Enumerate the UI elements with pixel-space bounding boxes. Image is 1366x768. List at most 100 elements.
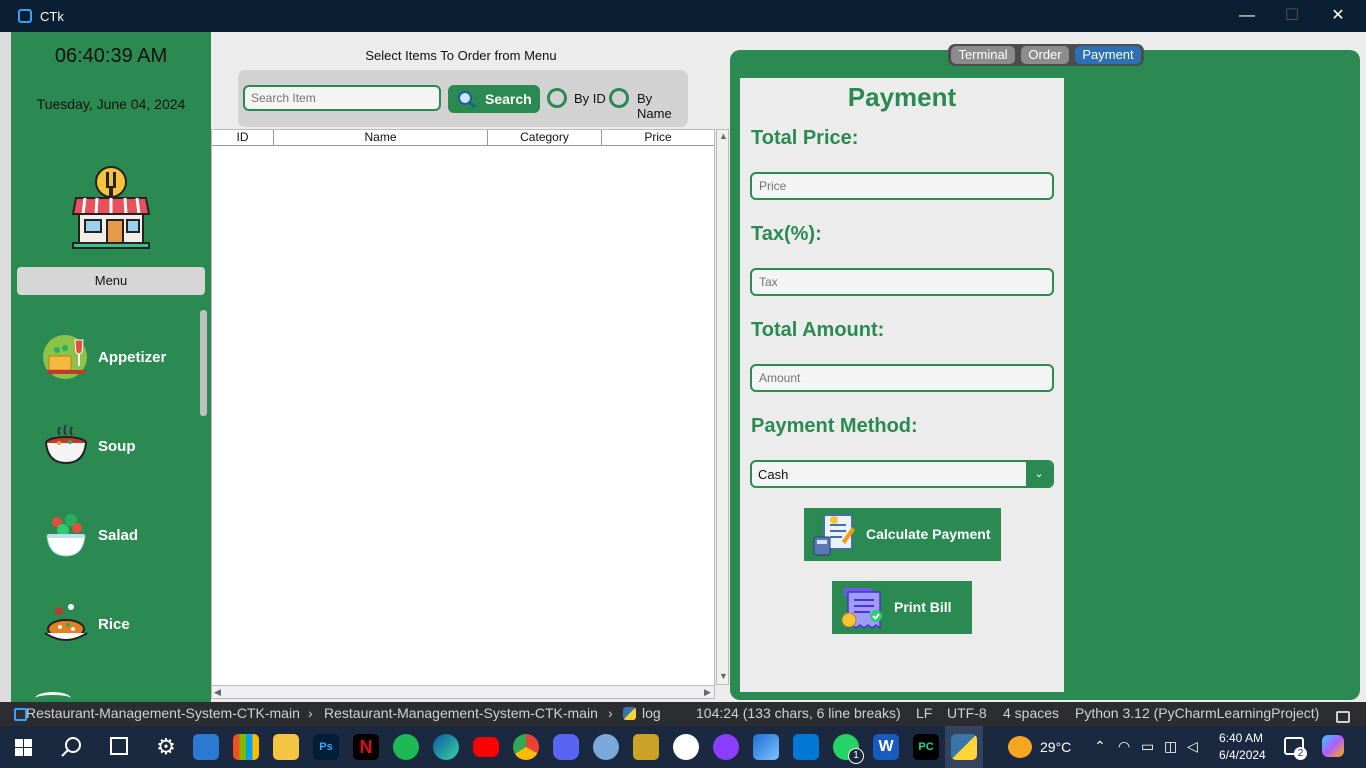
paint-app-icon[interactable]: [593, 734, 619, 760]
rice-plate-icon: [43, 601, 89, 647]
breadcrumb-item[interactable]: Restaurant-Management-System-CTK-main: [26, 705, 300, 721]
calculate-payment-button[interactable]: Calculate Payment: [804, 508, 1001, 561]
close-button[interactable]: ✕: [1315, 6, 1361, 26]
windows-start-icon[interactable]: [15, 739, 32, 756]
weather-icon[interactable]: [1008, 736, 1032, 758]
menu-items-table[interactable]: ID Name Category Price: [211, 129, 715, 699]
ide-status-bar: Restaurant-Management-System-CTK-main › …: [0, 702, 1366, 726]
window-left-edge: [0, 32, 11, 702]
vscode-icon[interactable]: [793, 734, 819, 760]
scroll-right-icon[interactable]: ▶: [704, 687, 711, 698]
maximize-button[interactable]: ☐: [1269, 6, 1315, 26]
radio-by-id-label: By ID: [574, 91, 606, 106]
price-field[interactable]: [750, 172, 1054, 200]
python-app-icon[interactable]: [951, 734, 977, 760]
wifi-icon[interactable]: ◠: [1118, 738, 1130, 755]
store-icon[interactable]: [233, 734, 259, 760]
restaurant-logo-icon: [71, 164, 151, 250]
column-header-category[interactable]: Category: [488, 130, 602, 145]
discord-icon[interactable]: [553, 734, 579, 760]
table-header: ID Name Category Price: [212, 130, 714, 146]
window-title: CTk: [40, 9, 64, 24]
total-amount-label: Total Amount:: [751, 319, 885, 341]
tab-payment[interactable]: Payment: [1075, 46, 1141, 64]
copilot-icon[interactable]: [1322, 735, 1344, 757]
github-icon[interactable]: [673, 734, 699, 760]
weather-temp[interactable]: 29°C: [1040, 739, 1071, 755]
column-header-price[interactable]: Price: [602, 130, 714, 145]
payment-title: Payment: [847, 82, 957, 112]
battery-icon[interactable]: ▭: [1141, 738, 1154, 755]
app-icon: [18, 9, 32, 23]
notification-count: 2: [1294, 747, 1307, 760]
task-view-icon[interactable]: [110, 737, 128, 755]
minimize-button[interactable]: —: [1224, 6, 1270, 26]
cursor-position[interactable]: 104:24 (133 chars, 6 line breaks): [696, 705, 901, 721]
edge-icon[interactable]: [433, 734, 459, 760]
pycharm-icon[interactable]: PC: [913, 734, 939, 760]
category-soup[interactable]: Soup: [43, 423, 193, 473]
file-explorer-icon[interactable]: [273, 734, 299, 760]
python-interpreter[interactable]: Python 3.12 (PyCharmLearningProject): [1075, 705, 1319, 721]
search-input[interactable]: [243, 85, 441, 111]
menu-button[interactable]: Menu: [17, 267, 205, 295]
print-bill-label: Print Bill: [894, 599, 952, 615]
chevron-right-icon: ›: [608, 705, 613, 721]
whatsapp-badge: 1: [848, 748, 864, 764]
tab-order[interactable]: Order: [1021, 46, 1069, 64]
taskbar-time[interactable]: 6:40 AM: [1219, 731, 1263, 745]
chevron-up-icon[interactable]: ⌃: [1094, 738, 1106, 755]
column-header-name[interactable]: Name: [274, 130, 488, 145]
file-encoding[interactable]: UTF-8: [947, 705, 987, 721]
lock-icon[interactable]: [1336, 711, 1350, 723]
taskbar-date[interactable]: 6/4/2024: [1219, 748, 1266, 762]
magnifier-icon: [457, 90, 477, 111]
spotify-icon[interactable]: [393, 734, 419, 760]
chevron-down-icon[interactable]: ⌄: [1026, 462, 1052, 486]
photoshop-icon[interactable]: Ps: [313, 734, 339, 760]
netflix-icon[interactable]: N: [353, 734, 379, 760]
sidebar-scrollbar[interactable]: [200, 310, 207, 416]
tab-terminal[interactable]: Terminal: [951, 46, 1015, 64]
clock: 06:40:39 AM: [54, 45, 168, 67]
tax-field[interactable]: [750, 268, 1054, 296]
category-appetizer[interactable]: Appetizer: [43, 334, 193, 384]
indent-setting[interactable]: 4 spaces: [1003, 705, 1059, 721]
snipping-tool-icon[interactable]: [633, 734, 659, 760]
total-price-label: Total Price:: [751, 127, 859, 149]
title-bar: CTk — ☐ ✕: [0, 0, 1366, 32]
print-bill-button[interactable]: Print Bill: [832, 581, 972, 634]
amount-field[interactable]: [750, 364, 1054, 392]
search-icon[interactable]: [60, 735, 84, 764]
volume-icon[interactable]: ◁: [1187, 738, 1198, 755]
word-icon[interactable]: W: [873, 734, 899, 760]
sidebar: 06:40:39 AM Tuesday, June 04, 2024 Menu: [11, 32, 211, 702]
category-rice[interactable]: Rice: [43, 601, 193, 651]
radio-by-name[interactable]: [609, 88, 629, 108]
category-label: Appetizer: [98, 349, 167, 366]
github-desktop-icon[interactable]: [713, 734, 739, 760]
taskbar: ⚙ Ps N 1 W PC 29°C ⌃ ◠ ▭ ◫ ◁ 6:40 AM 6/4…: [0, 726, 1366, 768]
column-header-id[interactable]: ID: [212, 130, 274, 145]
radio-by-id[interactable]: [547, 88, 567, 108]
breadcrumb-item[interactable]: Restaurant-Management-System-CTK-main: [324, 705, 598, 721]
tab-segmented-bar: Terminal Order Payment: [948, 44, 1144, 66]
breadcrumb-item[interactable]: log: [642, 705, 661, 721]
python-file-icon: [623, 707, 636, 720]
line-ending[interactable]: LF: [916, 705, 932, 721]
settings-gear-icon[interactable]: ⚙: [153, 734, 179, 760]
scroll-down-icon[interactable]: ▼: [719, 671, 728, 681]
scroll-up-icon[interactable]: ▲: [719, 131, 728, 141]
radio-by-name-label: By Name: [637, 91, 672, 121]
mail-icon[interactable]: [193, 734, 219, 760]
category-salad[interactable]: Salad: [43, 512, 193, 562]
chrome-icon[interactable]: [513, 734, 539, 760]
scroll-left-icon[interactable]: ◀: [214, 687, 221, 698]
table-horizontal-scrollbar[interactable]: ◀ ▶: [211, 685, 715, 699]
table-vertical-scrollbar[interactable]: ▲ ▼: [716, 129, 729, 685]
wing-app-icon[interactable]: [753, 734, 779, 760]
payment-method-select[interactable]: Cash ⌄: [750, 460, 1054, 488]
camera-icon[interactable]: ◫: [1164, 738, 1177, 755]
youtube-icon[interactable]: [473, 737, 499, 757]
search-button[interactable]: Search: [448, 85, 540, 113]
